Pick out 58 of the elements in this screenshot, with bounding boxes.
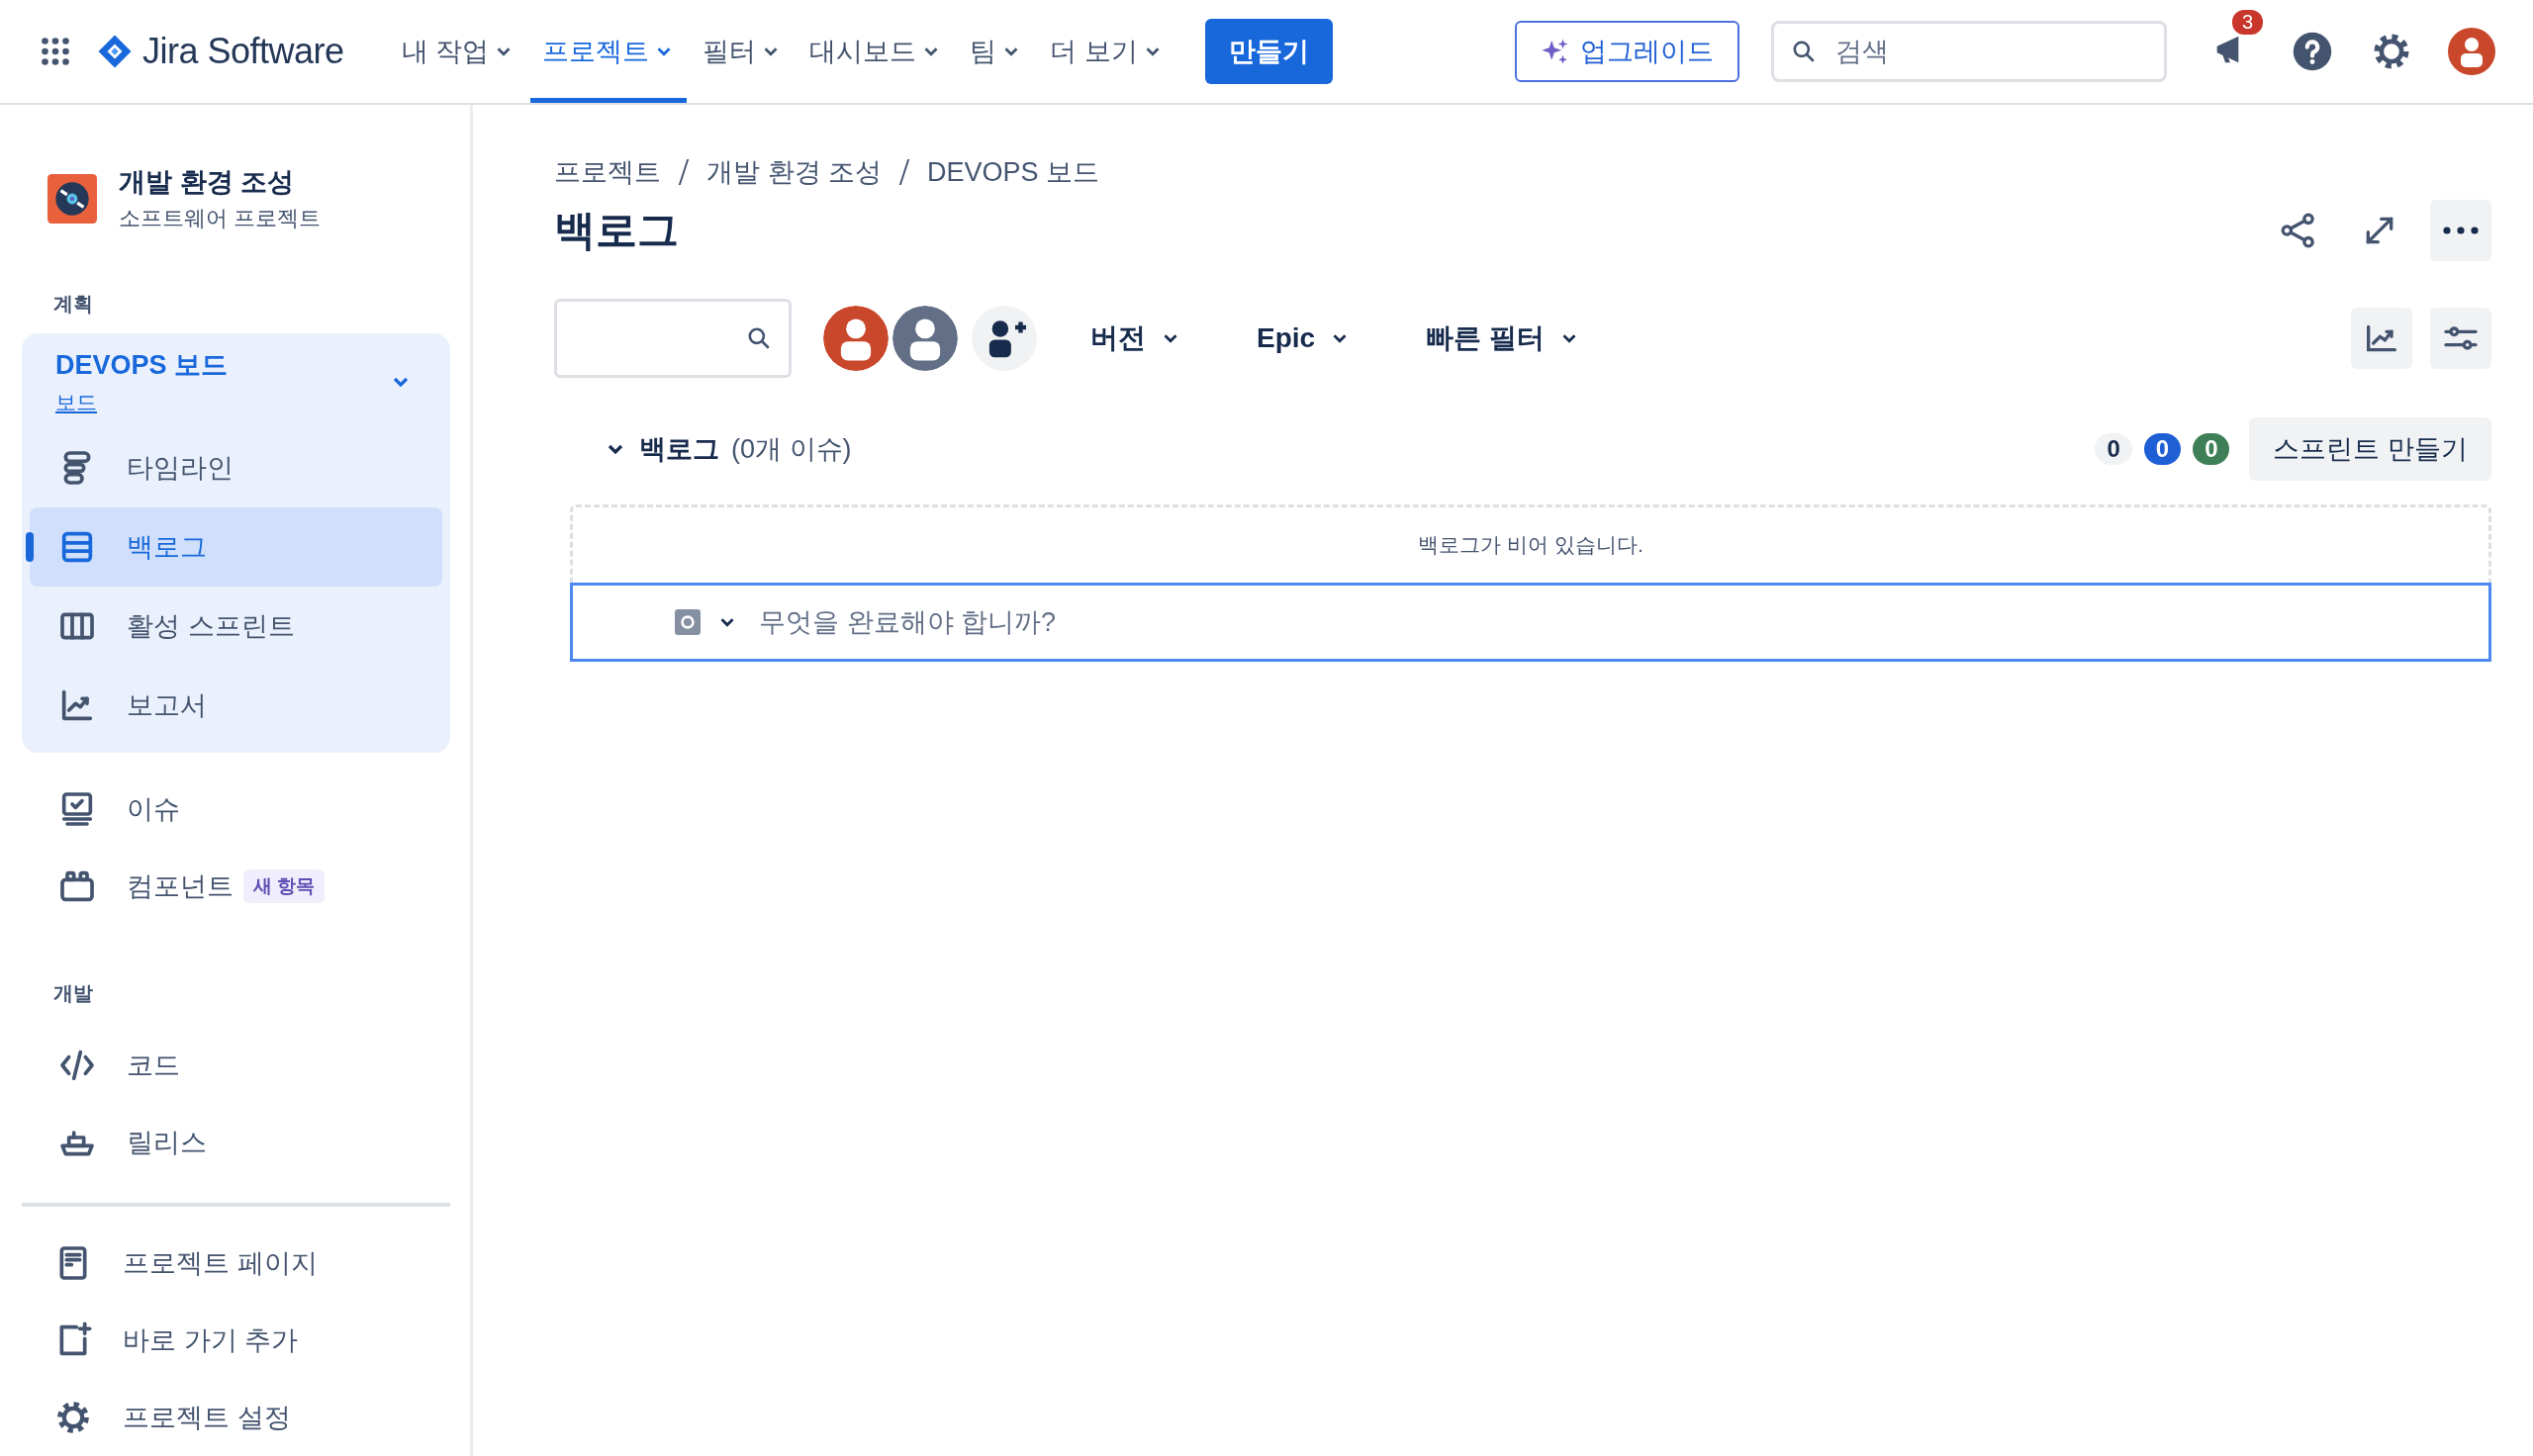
sidebar-item[interactable]: 컴포넌트 새 항목 bbox=[22, 848, 450, 925]
section-heading: 개발 bbox=[53, 981, 94, 1006]
nav-menu[interactable]: 내 작업 bbox=[389, 0, 527, 103]
search-icon bbox=[746, 325, 772, 351]
nav-menu[interactable]: 대시보드 bbox=[797, 0, 955, 103]
upgrade-button[interactable]: 업그레이드 bbox=[1515, 21, 1739, 82]
backlog-title: 백로그 bbox=[639, 433, 719, 466]
board-switcher[interactable]: DEVOPS 보드 보드 bbox=[30, 341, 442, 428]
filter-dropdown[interactable]: Epic bbox=[1251, 321, 1358, 355]
breadcrumb-link[interactable]: 프로젝트 bbox=[554, 154, 661, 190]
project-type: 소프트웨어 프로젝트 bbox=[119, 205, 322, 232]
count-badge: 0 bbox=[2193, 433, 2230, 465]
nav-menu[interactable]: 필터 bbox=[691, 0, 795, 103]
count-badge: 0 bbox=[2143, 433, 2182, 465]
sidebar-item[interactable]: 코드 bbox=[22, 1027, 450, 1104]
project-icon bbox=[47, 174, 97, 224]
search-icon bbox=[1791, 39, 1817, 64]
issue-count: (0개 이슈) bbox=[731, 433, 852, 466]
breadcrumb-link[interactable]: DEVOPS 보드 bbox=[927, 154, 1100, 190]
sidebar-item[interactable]: 프로젝트 설정 bbox=[22, 1379, 450, 1456]
add-person-icon[interactable] bbox=[972, 306, 1037, 371]
breadcrumb-link[interactable]: 개발 환경 조성 bbox=[706, 154, 882, 190]
sidebar-item[interactable]: 바로 가기 추가 bbox=[22, 1302, 450, 1379]
sidebar-item[interactable]: 타임라인 bbox=[30, 428, 442, 507]
new-issue-field[interactable]: 무엇을 완료해야 합니까? bbox=[570, 583, 2491, 662]
nav-menu[interactable]: 프로젝트 bbox=[530, 0, 688, 103]
issue-type-icon[interactable] bbox=[675, 609, 701, 635]
logo-icon[interactable] bbox=[97, 34, 133, 69]
product-name[interactable]: Jira Software bbox=[142, 31, 344, 72]
create-button[interactable]: 만들기 bbox=[1204, 19, 1333, 84]
sidebar-item[interactable]: 보고서 bbox=[30, 666, 442, 745]
project-name: 개발 환경 조성 bbox=[119, 166, 295, 199]
notification-badge: 3 bbox=[2230, 8, 2266, 37]
search-field[interactable] bbox=[554, 299, 792, 378]
nav-menu[interactable]: 더 보기 bbox=[1038, 0, 1175, 103]
create-sprint-button[interactable]: 스프린트 만들기 bbox=[2249, 417, 2491, 481]
new-badge: 새 항목 bbox=[243, 869, 326, 903]
filter-dropdown[interactable]: 버전 bbox=[1084, 318, 1187, 358]
count-badge: 0 bbox=[2095, 433, 2132, 465]
page-title: 백로그 bbox=[554, 206, 679, 255]
view-settings-button[interactable] bbox=[2430, 308, 2491, 369]
filter-dropdown[interactable]: 빠른 필터 bbox=[1420, 318, 1586, 358]
sidebar-item[interactable]: 프로젝트 페이지 bbox=[22, 1225, 450, 1302]
search-field[interactable]: 검색 bbox=[1771, 21, 2167, 82]
insights-button[interactable] bbox=[2351, 308, 2412, 369]
nav-menu[interactable]: 팀 bbox=[958, 0, 1035, 103]
sidebar-item[interactable]: 이슈 bbox=[22, 771, 450, 848]
section-heading: 계획 bbox=[53, 292, 94, 317]
avatar-icon[interactable] bbox=[821, 304, 891, 373]
help-icon[interactable] bbox=[2292, 31, 2333, 72]
sidebar-item[interactable]: 릴리스 bbox=[22, 1104, 450, 1181]
avatar-icon[interactable] bbox=[2448, 28, 2495, 75]
empty-message: 백로그가 비어 있습니다. bbox=[1418, 532, 1643, 558]
more-button[interactable] bbox=[2430, 200, 2491, 261]
sidebar-item[interactable]: 활성 스프린트 bbox=[30, 587, 442, 666]
sparkle-icon bbox=[1541, 37, 1570, 66]
more-icon bbox=[2443, 227, 2479, 234]
avatar-icon[interactable] bbox=[891, 304, 960, 373]
